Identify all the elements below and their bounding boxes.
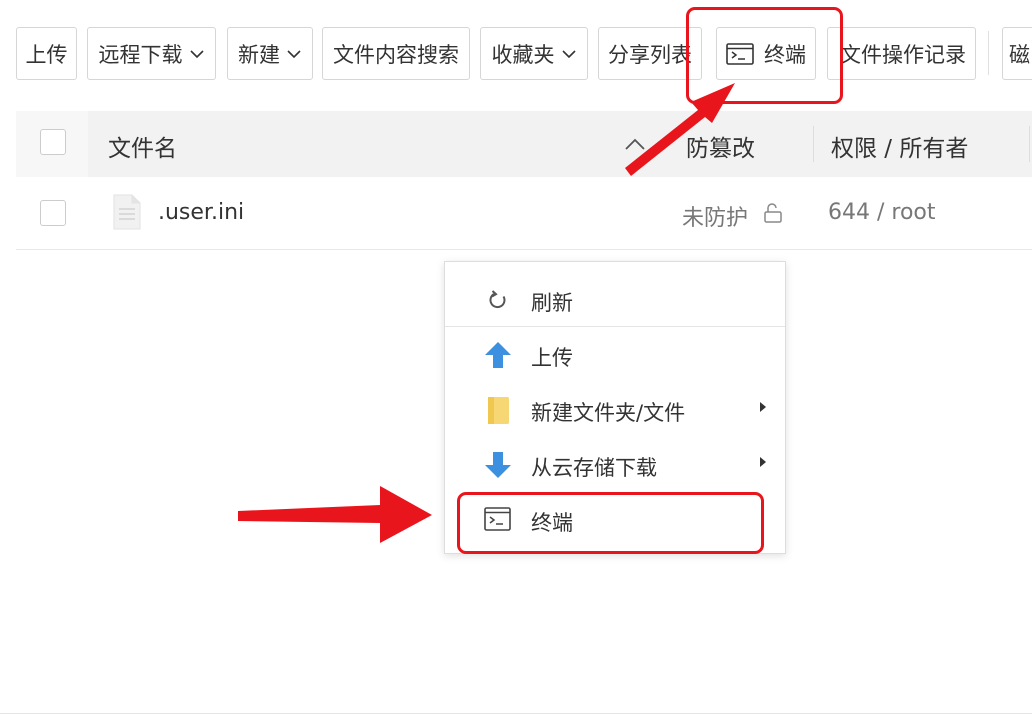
new-button-label: 新建 [238,42,280,67]
chevron-down-icon [287,49,301,58]
content-search-label: 文件内容搜索 [333,42,459,67]
column-header-permission[interactable]: 权限 / 所有者 [831,129,968,163]
unlock-icon [764,203,782,223]
file-icon [113,194,141,230]
remote-download-label: 远程下载 [98,42,183,67]
page-bottom-border [0,713,1032,714]
column-header-name[interactable]: 文件名 [108,129,177,163]
submenu-arrow-icon [760,402,766,412]
select-all-cell [16,111,88,177]
column-divider [1029,126,1030,162]
permission-owner[interactable]: 644 / root [828,200,936,225]
disk-button[interactable]: 磁 [1002,27,1032,80]
upload-arrow-icon [485,342,511,368]
folder-icon [488,397,509,424]
toolbar-divider [988,31,989,75]
menu-item-label: 从云存储下载 [531,456,657,480]
menu-item-refresh[interactable]: 刷新 [445,274,785,324]
download-arrow-icon [485,452,511,478]
upload-button[interactable]: 上传 [16,27,77,80]
column-divider [813,126,814,162]
menu-item-new-folder-file[interactable]: 新建文件夹/文件 [445,384,785,434]
sort-icon[interactable] [624,137,646,151]
terminal-menu-highlight [457,492,764,554]
chevron-down-icon [561,49,576,58]
favorites-button[interactable]: 收藏夹 [480,27,588,80]
menu-item-label: 上传 [531,346,573,370]
favorites-label: 收藏夹 [491,42,555,67]
file-table-header: 文件名 防篡改 权限 / 所有者 [16,111,1032,177]
arrow-to-menu-terminal [238,486,432,543]
chevron-down-icon [189,49,204,58]
menu-item-upload[interactable]: 上传 [445,329,785,379]
menu-item-cloud-download[interactable]: 从云存储下载 [445,439,785,489]
menu-divider [445,326,785,327]
upload-button-label: 上传 [25,42,68,67]
menu-item-label: 刷新 [531,291,573,315]
column-header-tamper[interactable]: 防篡改 [686,129,755,163]
select-all-checkbox[interactable] [40,129,66,155]
operation-log-label: 文件操作记录 [840,42,966,67]
disk-button-label: 磁 [1009,42,1030,67]
operation-log-button[interactable]: 文件操作记录 [827,27,976,80]
share-list-label: 分享列表 [608,42,692,67]
table-row[interactable]: .user.ini 未防护 644 / root [16,177,1032,250]
terminal-button-highlight [686,7,843,104]
row-checkbox[interactable] [40,200,66,226]
content-search-button[interactable]: 文件内容搜索 [322,27,470,80]
refresh-icon [489,290,506,309]
file-name[interactable]: .user.ini [158,200,244,225]
remote-download-button[interactable]: 远程下载 [87,27,216,80]
submenu-arrow-icon [760,457,766,467]
new-button[interactable]: 新建 [227,27,313,80]
menu-item-label: 新建文件夹/文件 [531,401,686,425]
tamper-status[interactable]: 未防护 [682,200,748,232]
